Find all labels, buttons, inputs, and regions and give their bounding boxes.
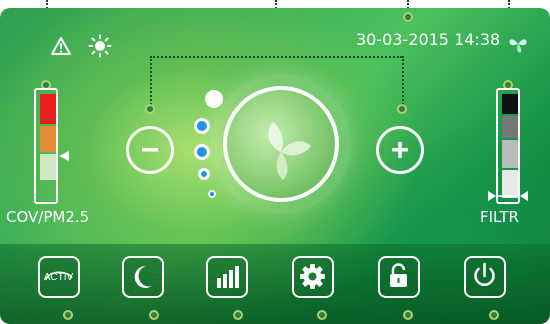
moon-icon bbox=[134, 265, 152, 288]
leader-dot bbox=[233, 310, 243, 320]
plus-button[interactable] bbox=[376, 126, 424, 174]
gear-icon bbox=[300, 264, 325, 289]
activ-button[interactable]: ACTIV bbox=[38, 256, 80, 298]
gauge-level-low bbox=[40, 154, 56, 180]
minus-button[interactable] bbox=[126, 126, 174, 174]
power-button[interactable] bbox=[464, 256, 506, 298]
filter-level-2 bbox=[502, 116, 518, 138]
gauge-pointer-icon bbox=[59, 146, 69, 165]
gauge-level-high bbox=[40, 94, 56, 124]
leader-dot bbox=[397, 104, 407, 114]
fan-icon bbox=[506, 32, 530, 60]
filter-level-1 bbox=[502, 94, 518, 114]
speed-level-dot bbox=[198, 168, 210, 180]
cov-pm25-gauge bbox=[34, 88, 58, 204]
plus-icon bbox=[392, 142, 408, 158]
night-mode-button[interactable] bbox=[122, 256, 164, 298]
leaf-logo-icon bbox=[268, 122, 311, 180]
statistics-button[interactable] bbox=[206, 256, 248, 298]
warning-triangle-icon bbox=[50, 36, 72, 60]
leader-dot bbox=[149, 310, 159, 320]
filter-level-3 bbox=[502, 140, 518, 168]
bar-chart-icon bbox=[217, 266, 239, 288]
minus-icon bbox=[142, 148, 158, 152]
activ-label: ACTIV bbox=[43, 272, 74, 283]
gauge-level-mid bbox=[40, 126, 56, 152]
settings-button[interactable] bbox=[292, 256, 334, 298]
datetime-label: 30-03-2015 14:38 bbox=[356, 30, 501, 49]
leader-dot bbox=[63, 310, 73, 320]
leader-dot bbox=[403, 12, 413, 22]
bubble-decoration bbox=[205, 90, 223, 108]
main-fan-dial[interactable] bbox=[211, 74, 351, 214]
filter-label: FILTR bbox=[480, 208, 519, 226]
speed-level-dot bbox=[208, 190, 216, 198]
power-icon bbox=[474, 262, 495, 286]
leader-dot bbox=[145, 104, 155, 114]
lock-open-icon bbox=[390, 263, 407, 287]
speed-level-dot bbox=[194, 144, 210, 160]
cov-pm25-label: COV/PM2.5 bbox=[6, 208, 90, 226]
leader-dot bbox=[403, 310, 413, 320]
leader-dot bbox=[317, 310, 327, 320]
lock-button[interactable] bbox=[378, 256, 420, 298]
sun-icon bbox=[88, 34, 112, 62]
leader-dot bbox=[489, 310, 499, 320]
speed-level-dot bbox=[194, 118, 210, 134]
filter-pointer-icon bbox=[488, 186, 528, 205]
